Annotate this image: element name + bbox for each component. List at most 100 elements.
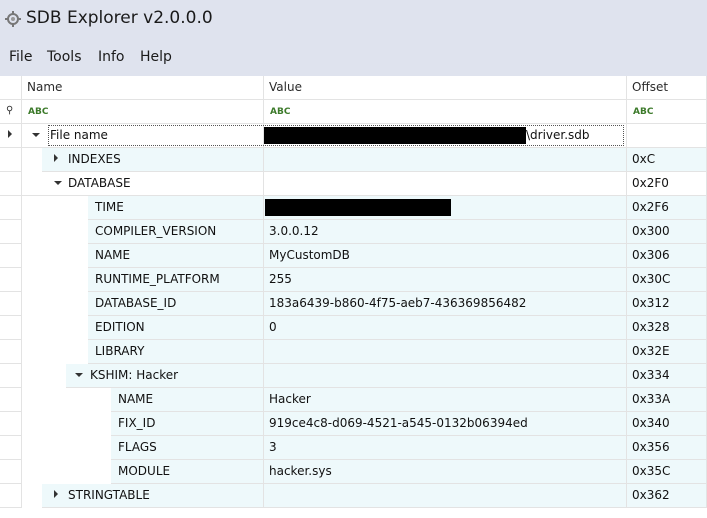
value-cell: 919ce4c8-d069-4521-a545-0132b06394ed: [264, 412, 627, 436]
value-cell: [264, 148, 627, 172]
tree-row-runtime-platform[interactable]: RUNTIME_PLATFORM 255 0x30C: [0, 268, 707, 292]
node-value: 255: [269, 272, 292, 286]
value-cell: \driver.sdb: [264, 124, 627, 148]
name-cell: FIX_ID: [22, 412, 264, 436]
value-cell: [264, 340, 627, 364]
node-value: MyCustomDB: [269, 248, 350, 262]
row-indicator: [0, 436, 22, 460]
tree-row-edition[interactable]: EDITION 0 0x328: [0, 316, 707, 340]
node-offset: 0x306: [632, 248, 670, 262]
row-indicator: [0, 172, 22, 196]
node-name: NAME: [118, 392, 154, 406]
value-cell: MyCustomDB: [264, 244, 627, 268]
expand-icon[interactable]: [54, 490, 58, 498]
node-name: DATABASE_ID: [95, 296, 177, 310]
tree-row-database[interactable]: DATABASE 0x2F0: [0, 172, 707, 196]
name-cell: NAME: [22, 244, 264, 268]
column-header-value[interactable]: Value: [264, 76, 627, 100]
node-name: KSHIM: Hacker: [90, 368, 179, 382]
name-cell: INDEXES: [22, 148, 264, 172]
name-cell: LIBRARY: [22, 340, 264, 364]
tree-row-stringtable[interactable]: STRINGTABLE 0x362: [0, 484, 707, 508]
menu-info[interactable]: Info: [98, 49, 125, 65]
name-cell: File name: [22, 124, 264, 148]
offset-cell: 0xC: [627, 148, 707, 172]
value-cell: hacker.sys: [264, 460, 627, 484]
row-indicator: [0, 268, 22, 292]
name-cell: NAME: [22, 388, 264, 412]
name-cell: DATABASE_ID: [22, 292, 264, 316]
tree-row-database-id[interactable]: DATABASE_ID 183a6439-b860-4f75-aeb7-4363…: [0, 292, 707, 316]
filter-offset[interactable]: ABC: [627, 100, 707, 124]
row-indicator: [0, 340, 22, 364]
filter-value[interactable]: ABC: [264, 100, 627, 124]
tree-grid: Name Value Offset ⚲ ABC ABC ABC File nam…: [0, 76, 707, 518]
menu-file[interactable]: File: [9, 49, 32, 65]
tree-row-flags[interactable]: FLAGS 3 0x356: [0, 436, 707, 460]
value-cell: 3: [264, 436, 627, 460]
value-cell: [264, 196, 627, 220]
tree-row-file-name[interactable]: File name \driver.sdb: [0, 124, 707, 148]
node-name: EDITION: [95, 320, 145, 334]
node-offset: 0x32E: [632, 344, 670, 358]
node-name: NAME: [95, 248, 131, 262]
text-filter-icon[interactable]: ABC: [270, 107, 290, 117]
row-indicator: [0, 484, 22, 508]
offset-cell: 0x35C: [627, 460, 707, 484]
tree-row-shim-name[interactable]: NAME Hacker 0x33A: [0, 388, 707, 412]
value-cell: 183a6439-b860-4f75-aeb7-436369856482: [264, 292, 627, 316]
offset-cell: 0x312: [627, 292, 707, 316]
offset-cell: 0x300: [627, 220, 707, 244]
node-value: \driver.sdb: [526, 128, 590, 142]
menu-tools[interactable]: Tools: [47, 49, 82, 65]
row-indicator-header: [0, 76, 22, 100]
row-indicator: [0, 412, 22, 436]
name-cell: COMPILER_VERSION: [22, 220, 264, 244]
menu-bar: File Tools Info Help: [0, 40, 707, 76]
tree-row-module[interactable]: MODULE hacker.sys 0x35C: [0, 460, 707, 484]
tree-row-fix-id[interactable]: FIX_ID 919ce4c8-d069-4521-a545-0132b0639…: [0, 412, 707, 436]
node-name: FIX_ID: [118, 416, 156, 430]
node-value: Hacker: [269, 392, 311, 406]
tree-row-kshim[interactable]: KSHIM: Hacker 0x334: [0, 364, 707, 388]
collapse-icon[interactable]: [32, 133, 40, 137]
tree-row-compiler-version[interactable]: COMPILER_VERSION 3.0.0.12 0x300: [0, 220, 707, 244]
name-cell: MODULE: [22, 460, 264, 484]
name-cell: DATABASE: [22, 172, 264, 196]
filter-name[interactable]: ABC: [22, 100, 264, 124]
node-name: MODULE: [118, 464, 171, 478]
row-indicator: [0, 244, 22, 268]
value-cell: 0: [264, 316, 627, 340]
menu-help[interactable]: Help: [140, 49, 172, 65]
expand-icon[interactable]: [54, 154, 58, 162]
column-header-name[interactable]: Name: [22, 76, 264, 100]
value-cell: 3.0.0.12: [264, 220, 627, 244]
tree-row-library[interactable]: LIBRARY 0x32E: [0, 340, 707, 364]
node-offset: 0x2F6: [632, 200, 669, 214]
node-name: RUNTIME_PLATFORM: [95, 272, 220, 286]
filter-row-indicator: ⚲: [0, 100, 22, 124]
node-name: FLAGS: [118, 440, 157, 454]
row-indicator: [0, 364, 22, 388]
tree-row-name[interactable]: NAME MyCustomDB 0x306: [0, 244, 707, 268]
text-filter-icon[interactable]: ABC: [633, 107, 653, 117]
value-cell: 255: [264, 268, 627, 292]
window-title: SDB Explorer v2.0.0.0: [26, 8, 213, 28]
node-offset: 0x328: [632, 320, 670, 334]
text-filter-icon[interactable]: ABC: [28, 107, 48, 117]
offset-cell: 0x33A: [627, 388, 707, 412]
row-indicator: [0, 316, 22, 340]
column-header-row: Name Value Offset: [0, 76, 707, 100]
node-value: 919ce4c8-d069-4521-a545-0132b06394ed: [269, 416, 528, 430]
node-offset: 0x312: [632, 296, 670, 310]
node-value: 3.0.0.12: [269, 224, 319, 238]
column-header-offset[interactable]: Offset: [627, 76, 707, 100]
row-indicator: [0, 292, 22, 316]
node-name: TIME: [95, 200, 124, 214]
tree-row-indexes[interactable]: INDEXES 0xC: [0, 148, 707, 172]
value-cell: [264, 484, 627, 508]
offset-cell: 0x334: [627, 364, 707, 388]
collapse-icon[interactable]: [54, 181, 62, 185]
tree-row-time[interactable]: TIME 0x2F6: [0, 196, 707, 220]
collapse-icon[interactable]: [75, 373, 83, 377]
